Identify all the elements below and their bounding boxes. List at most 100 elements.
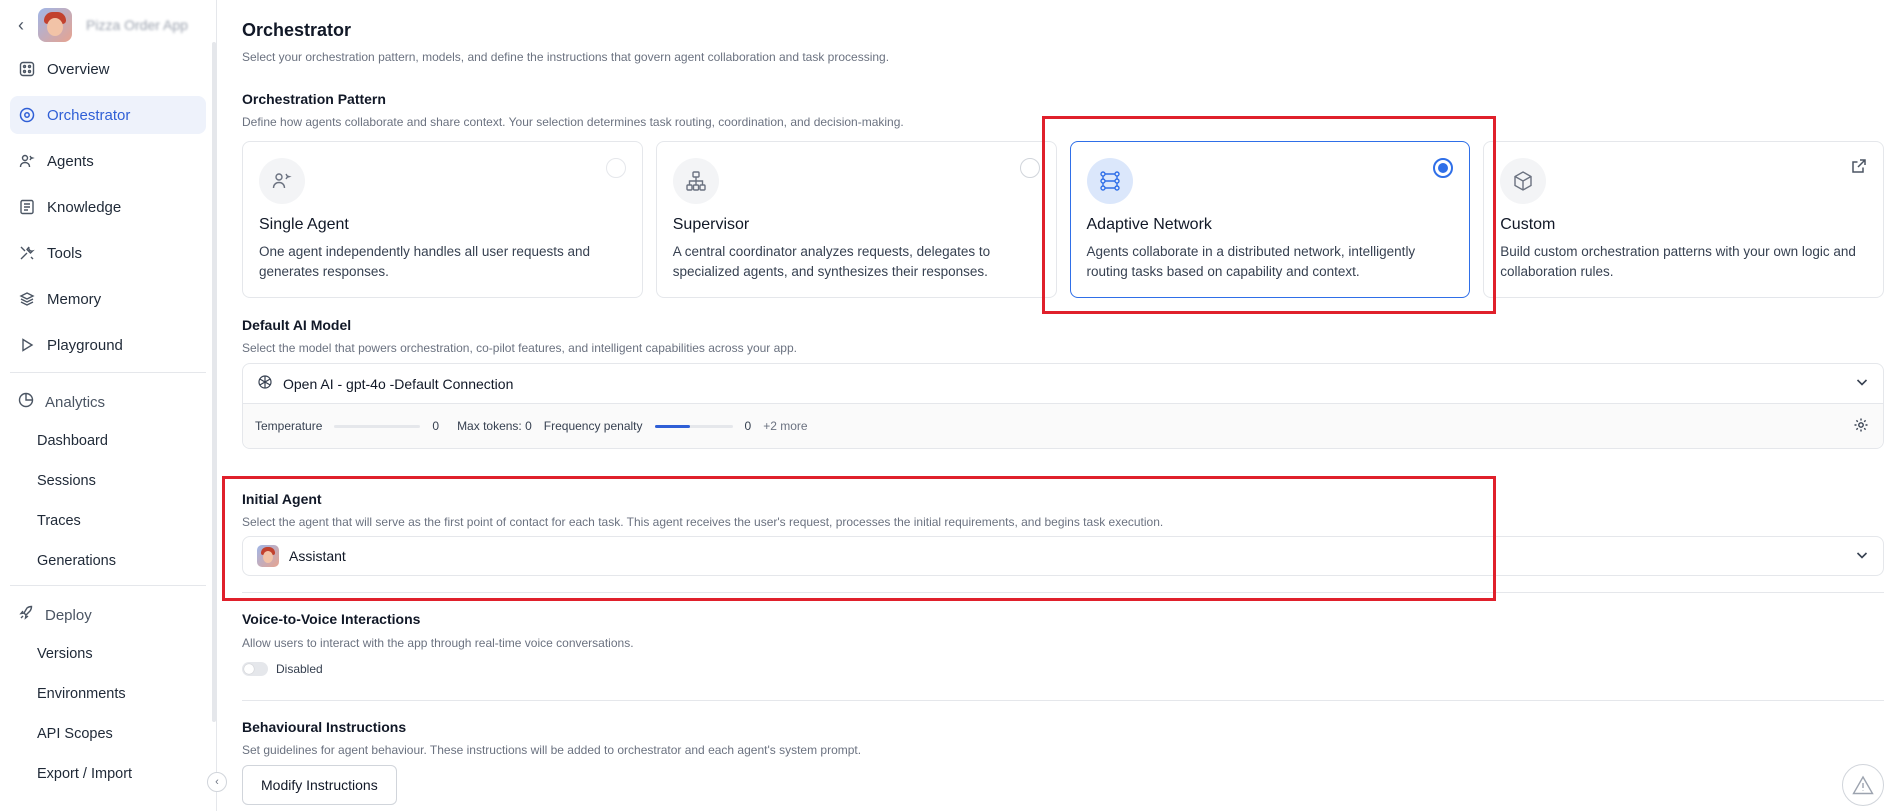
tools-icon xyxy=(18,244,36,262)
pattern-card-single-agent[interactable]: Single Agent One agent independently han… xyxy=(242,141,643,298)
pattern-title: Orchestration Pattern xyxy=(242,91,386,107)
radio-supervisor[interactable] xyxy=(1019,158,1040,178)
book-icon xyxy=(18,198,36,216)
max-tokens: Max tokens: 0 xyxy=(457,419,532,433)
back-icon[interactable]: ‹ xyxy=(18,15,24,36)
initial-agent-title: Initial Agent xyxy=(242,491,322,507)
pie-chart-icon xyxy=(18,392,34,412)
agents-icon xyxy=(18,152,36,170)
initial-agent-desc: Select the agent that will serve as the … xyxy=(242,515,1164,529)
agent-avatar xyxy=(257,545,279,567)
card-title: Adaptive Network xyxy=(1086,216,1212,233)
sidebar-section-deploy[interactable]: Deploy xyxy=(10,596,206,634)
sidebar-item-memory[interactable]: Memory xyxy=(10,280,206,318)
sidebar-item-dashboard[interactable]: Dashboard xyxy=(10,421,206,461)
sidebar-scrollbar[interactable] xyxy=(212,42,216,722)
radio-single-agent[interactable] xyxy=(605,158,626,178)
sidebar-divider xyxy=(10,372,206,373)
voice-desc: Allow users to interact with the app thr… xyxy=(242,636,634,650)
sidebar-item-traces[interactable]: Traces xyxy=(10,501,206,541)
voice-toggle[interactable] xyxy=(242,662,268,676)
card-desc: Agents collaborate in a distributed netw… xyxy=(1086,244,1416,279)
sidebar-item-versions[interactable]: Versions xyxy=(10,634,206,674)
sidebar-item-orchestrator[interactable]: Orchestrator xyxy=(10,96,206,134)
sidebar-item-label: Tools xyxy=(47,244,83,262)
sidebar-item-overview[interactable]: Overview xyxy=(10,50,206,88)
card-desc: One agent independently handles all user… xyxy=(259,244,590,279)
orchestrator-icon xyxy=(18,106,36,124)
model-params: Temperature 0 Max tokens: 0 Frequency pe… xyxy=(243,404,1883,448)
hierarchy-icon xyxy=(672,158,719,204)
pattern-card-adaptive-network[interactable]: Adaptive Network Agents collaborate in a… xyxy=(1069,141,1471,298)
model-selector: Open AI - gpt-4o -Default Connection Tem… xyxy=(242,363,1884,449)
frequency-value: 0 xyxy=(744,419,752,433)
behaviour-title: Behavioural Instructions xyxy=(242,719,407,735)
rocket-icon xyxy=(18,605,34,625)
model-dropdown[interactable]: Open AI - gpt-4o -Default Connection xyxy=(243,364,1883,404)
more-params[interactable]: +2 more xyxy=(763,419,807,433)
modify-instructions-button[interactable]: Modify Instructions xyxy=(242,765,397,805)
openai-icon xyxy=(257,374,273,393)
sidebar-item-sessions[interactable]: Sessions xyxy=(10,461,206,501)
model-desc: Select the model that powers orchestrati… xyxy=(242,341,797,355)
network-icon xyxy=(1086,158,1133,204)
model-title: Default AI Model xyxy=(242,317,352,333)
voice-status: Disabled xyxy=(276,662,323,676)
sidebar-item-export-import[interactable]: Export / Import xyxy=(10,754,206,794)
card-title: Supervisor xyxy=(672,216,750,233)
behaviour-desc: Set guidelines for agent behaviour. Thes… xyxy=(242,743,862,757)
play-icon xyxy=(18,336,36,354)
app-name: Pizza Order App xyxy=(86,17,188,33)
sidebar-item-knowledge[interactable]: Knowledge xyxy=(10,188,206,226)
grid-icon xyxy=(18,60,36,78)
pattern-card-custom[interactable]: Custom Build custom orchestration patter… xyxy=(1483,141,1884,298)
sidebar-item-generations[interactable]: Generations xyxy=(10,541,206,581)
sidebar-item-api-scopes[interactable]: API Scopes xyxy=(10,714,206,754)
sidebar-item-environments[interactable]: Environments xyxy=(10,674,206,714)
sidebar-item-label: Overview xyxy=(47,60,110,78)
frequency-slider[interactable] xyxy=(654,424,733,428)
sidebar-item-label: Playground xyxy=(47,336,123,354)
agent-selected: Assistant xyxy=(289,548,346,564)
sidebar-header: ‹ Pizza Order App xyxy=(0,0,216,50)
cube-icon xyxy=(1500,158,1547,204)
pattern-desc: Define how agents collaborate and share … xyxy=(242,115,904,129)
temperature-label: Temperature xyxy=(255,419,323,433)
sidebar-section-label: Analytics xyxy=(45,393,106,411)
pattern-cards: Single Agent One agent independently han… xyxy=(242,141,1884,298)
voice-title: Voice-to-Voice Interactions xyxy=(242,611,421,627)
gear-icon[interactable] xyxy=(1853,417,1869,436)
app-avatar xyxy=(38,8,72,42)
page-title: Orchestrator xyxy=(242,20,352,40)
frequency-label: Frequency penalty xyxy=(543,419,643,433)
temperature-slider[interactable] xyxy=(334,424,421,428)
card-desc: Build custom orchestration patterns with… xyxy=(1500,244,1856,279)
voice-toggle-row: Disabled xyxy=(242,662,323,676)
sidebar-item-label: Agents xyxy=(47,152,94,170)
sidebar-item-agents[interactable]: Agents xyxy=(10,142,206,180)
chevron-down-icon[interactable] xyxy=(1855,375,1869,392)
initial-agent-dropdown[interactable]: Assistant xyxy=(242,536,1884,576)
pattern-card-supervisor[interactable]: Supervisor A central coordinator analyze… xyxy=(655,141,1057,298)
sidebar-item-label: Memory xyxy=(47,290,102,308)
card-title: Custom xyxy=(1500,216,1556,233)
sidebar: ‹ Pizza Order App Overview Orchestrator … xyxy=(0,0,217,811)
model-selected: Open AI - gpt-4o -Default Connection xyxy=(283,375,514,392)
card-desc: A central coordinator analyzes requests,… xyxy=(672,244,991,279)
sidebar-item-label: Knowledge xyxy=(47,198,122,216)
sidebar-section-analytics[interactable]: Analytics xyxy=(10,383,206,421)
collapse-sidebar-button[interactable]: ‹ xyxy=(207,772,227,792)
sidebar-item-label: Orchestrator xyxy=(47,106,131,124)
warning-icon[interactable] xyxy=(1842,764,1884,806)
chevron-down-icon[interactable] xyxy=(1855,548,1869,565)
radio-adaptive-network[interactable] xyxy=(1433,158,1454,178)
card-title: Single Agent xyxy=(259,216,349,233)
temperature-value: 0 xyxy=(432,419,440,433)
external-link-icon[interactable] xyxy=(1851,158,1867,179)
layers-icon xyxy=(18,290,36,308)
sidebar-item-playground[interactable]: Playground xyxy=(10,326,206,364)
single-agent-icon xyxy=(259,158,305,204)
sidebar-item-tools[interactable]: Tools xyxy=(10,234,206,272)
section-divider xyxy=(242,592,1884,593)
page-subtitle: Select your orchestration pattern, model… xyxy=(242,50,890,64)
